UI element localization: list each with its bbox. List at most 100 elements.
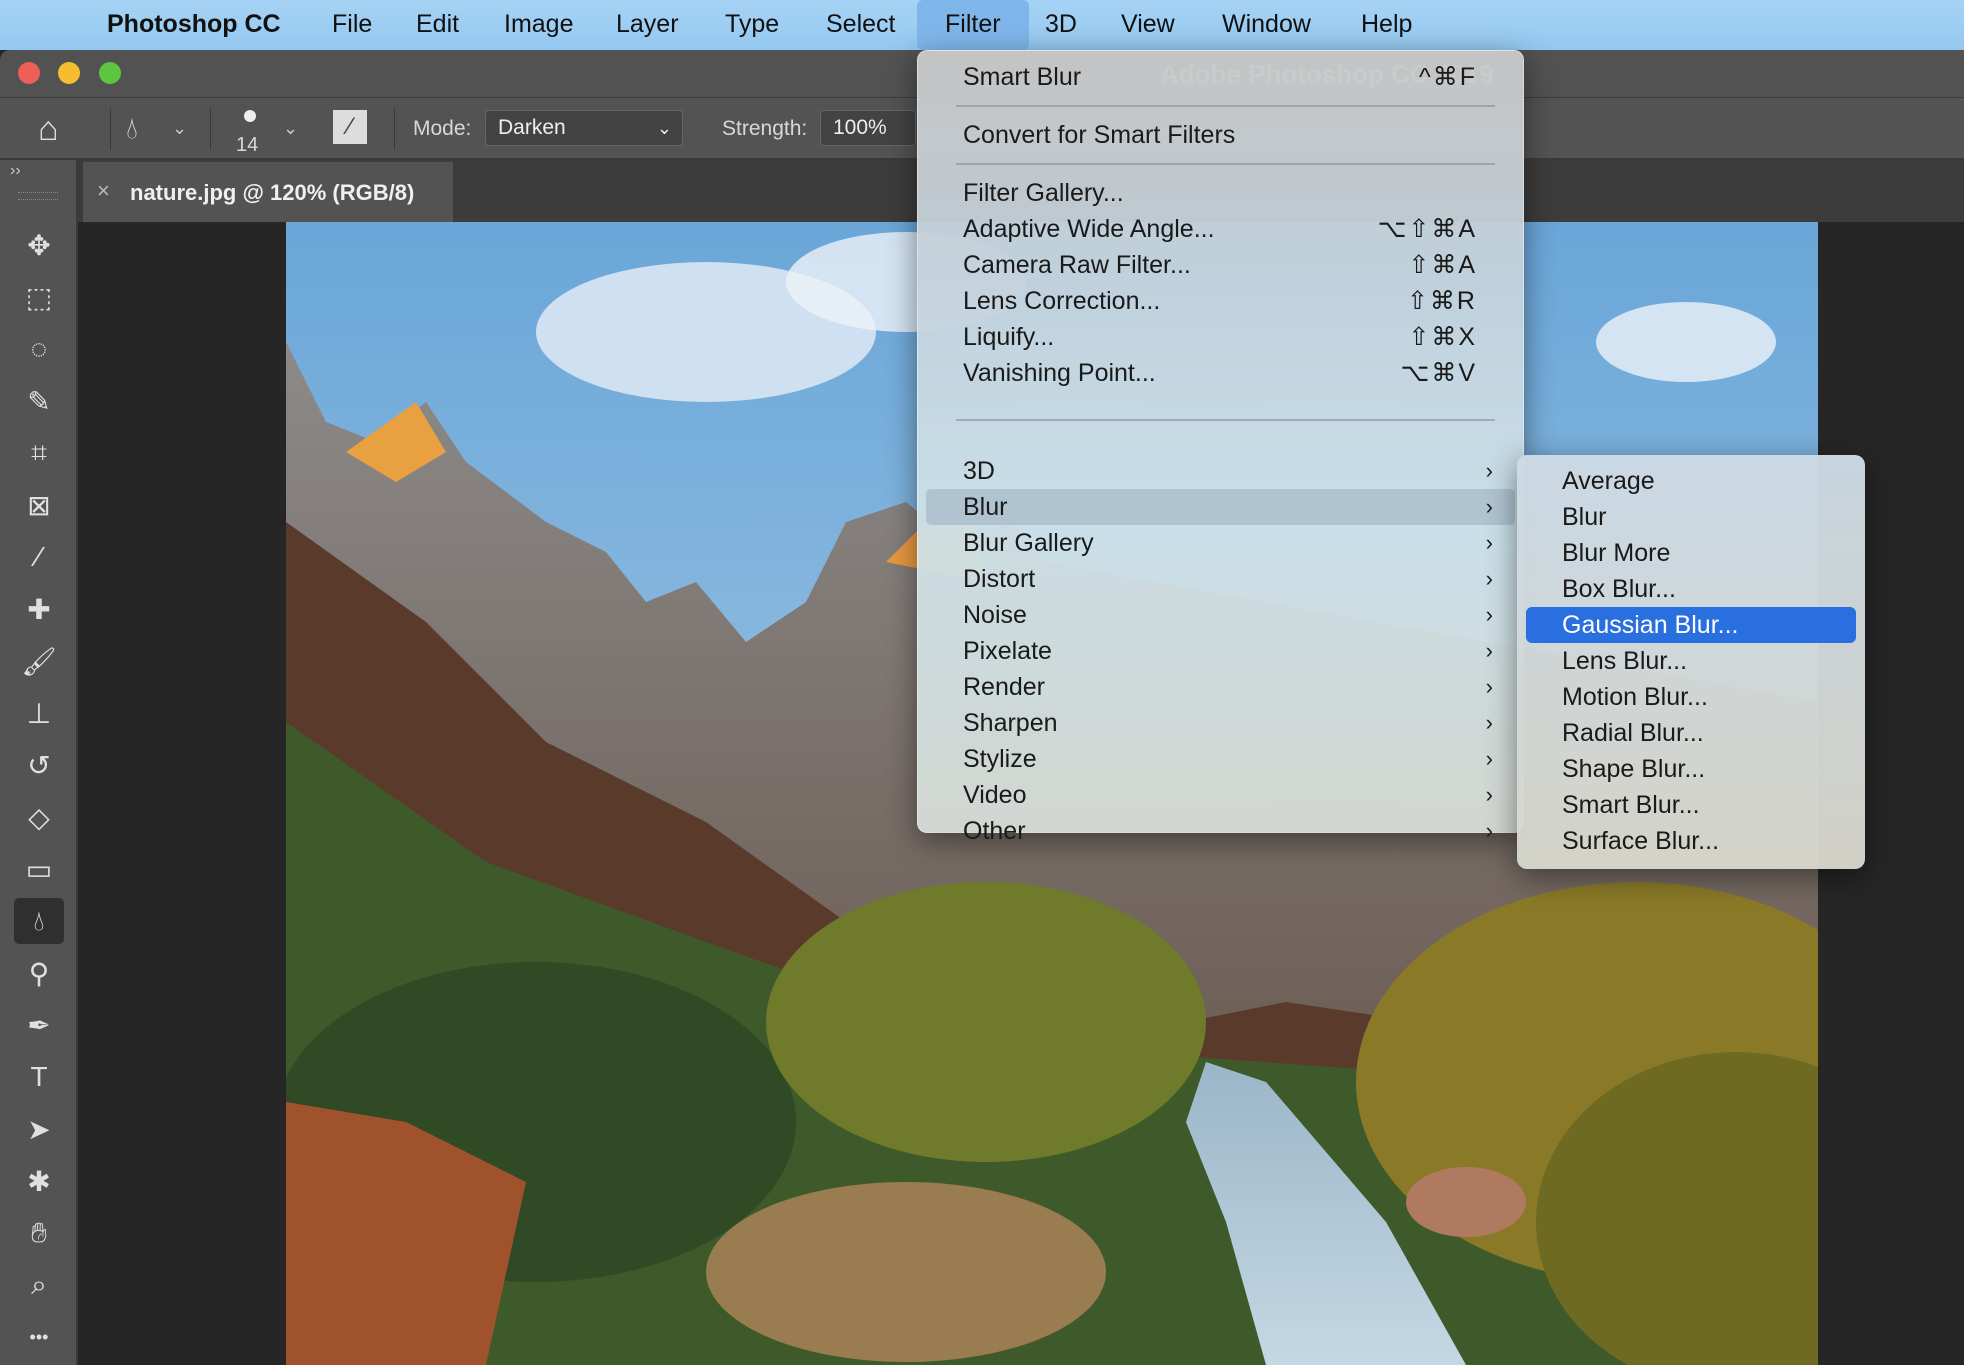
crop-tool-icon[interactable]: ⌗	[14, 430, 64, 476]
document-tab[interactable]: × nature.jpg @ 120% (RGB/8)	[83, 162, 453, 222]
healing-brush-tool-icon[interactable]: ✚	[14, 586, 64, 632]
menu-item-label: Pixelate	[963, 637, 1052, 665]
blur-item[interactable]: Lens Blur...	[1526, 643, 1856, 679]
blur-item[interactable]: Gaussian Blur...	[1526, 607, 1856, 643]
chevron-down-icon[interactable]: ⌄	[283, 118, 298, 139]
menu-item-label: 3D	[963, 457, 995, 485]
submenu-item-video[interactable]: Video ›	[926, 777, 1515, 813]
menu-item[interactable]: Smart Blur ^⌘F	[926, 59, 1515, 95]
hand-tool-icon[interactable]: ✋︎	[14, 1210, 64, 1256]
rectangular-marquee-tool-icon[interactable]: ⬚	[14, 274, 64, 320]
menu-item[interactable]: Liquify... ⇧⌘X	[926, 319, 1515, 355]
blur-item[interactable]: Blur	[1526, 499, 1856, 535]
submenu-item-distort[interactable]: Distort ›	[926, 561, 1515, 597]
close-tab-icon[interactable]: ×	[97, 178, 110, 204]
submenu-item-stylize[interactable]: Stylize ›	[926, 741, 1515, 777]
zoom-window-button[interactable]	[99, 62, 121, 84]
dodge-tool-icon[interactable]: ⚲	[14, 950, 64, 996]
menu-item-label: Adaptive Wide Angle...	[963, 215, 1215, 243]
apple-icon[interactable]	[36, 0, 64, 50]
blur-item[interactable]: Blur More	[1526, 535, 1856, 571]
brush-size[interactable]: 14	[236, 134, 258, 157]
chevron-right-icon: ›	[1485, 566, 1493, 591]
lasso-tool-icon[interactable]: ◌	[14, 326, 64, 372]
submenu-item-other[interactable]: Other ›	[926, 813, 1515, 849]
menu-window[interactable]: Window	[1208, 0, 1325, 50]
menu-layer[interactable]: Layer	[602, 0, 693, 50]
menu-item-label: Filter Gallery...	[963, 179, 1124, 207]
zoom-tool-icon[interactable]: ⌕	[14, 1262, 64, 1308]
move-tool-icon[interactable]: ✥	[14, 222, 64, 268]
blur-item[interactable]: Motion Blur...	[1526, 679, 1856, 715]
menu-separator	[956, 419, 1495, 421]
blur-tool-icon[interactable]: 💧︎	[14, 898, 64, 944]
app-menu[interactable]: Photoshop CC	[93, 0, 295, 50]
shortcut: ⇧⌘R	[1406, 287, 1477, 315]
menu-item-label: Smart Blur	[963, 63, 1082, 91]
strength-input[interactable]: 100%	[820, 110, 916, 146]
menu-item[interactable]: Filter Gallery...	[926, 175, 1515, 211]
menu-3d[interactable]: 3D	[1031, 0, 1091, 50]
more-tool-icon[interactable]: •••	[14, 1314, 64, 1360]
submenu-item-3d[interactable]: 3D ›	[926, 453, 1515, 489]
menu-item-label: Render	[963, 673, 1045, 701]
eraser-tool-icon[interactable]: ◇	[14, 794, 64, 840]
menu-type[interactable]: Type	[711, 0, 793, 50]
close-window-button[interactable]	[18, 62, 40, 84]
menu-item[interactable]: Adaptive Wide Angle... ⌥⇧⌘A	[926, 211, 1515, 247]
custom-shape-tool-icon[interactable]: ✱	[14, 1158, 64, 1204]
menu-filter[interactable]: Filter	[917, 0, 1029, 50]
menu-item[interactable]: Convert for Smart Filters	[926, 117, 1515, 153]
submenu-item-sharpen[interactable]: Sharpen ›	[926, 705, 1515, 741]
submenu-item-pixelate[interactable]: Pixelate ›	[926, 633, 1515, 669]
eyedropper-tool-icon[interactable]: ⁄	[14, 534, 64, 580]
menu-help[interactable]: Help	[1347, 0, 1426, 50]
menu-item-label: Lens Correction...	[963, 287, 1161, 315]
chevron-right-icon: ›	[1485, 602, 1493, 627]
menu-item[interactable]: Camera Raw Filter... ⇧⌘A	[926, 247, 1515, 283]
blur-item[interactable]: Smart Blur...	[1526, 787, 1856, 823]
blur-item[interactable]: Radial Blur...	[1526, 715, 1856, 751]
blur-item[interactable]: Average	[1526, 463, 1856, 499]
menu-select[interactable]: Select	[812, 0, 909, 50]
chevron-right-icon: ›	[1485, 458, 1493, 483]
chevron-down-icon[interactable]: ⌄	[172, 118, 187, 139]
blur-item[interactable]: Shape Blur...	[1526, 751, 1856, 787]
submenu-item-noise[interactable]: Noise ›	[926, 597, 1515, 633]
brush-settings-icon[interactable]: ∕	[333, 110, 367, 144]
menu-file[interactable]: File	[318, 0, 386, 50]
history-brush-tool-icon[interactable]: ↺	[14, 742, 64, 788]
blur-item[interactable]: Box Blur...	[1526, 571, 1856, 607]
path-selection-tool-icon[interactable]: ➤	[14, 1106, 64, 1152]
blur-item[interactable]: Surface Blur...	[1526, 823, 1856, 859]
menu-view[interactable]: View	[1107, 0, 1189, 50]
type-tool-icon[interactable]: T	[14, 1054, 64, 1100]
menu-item[interactable]: Lens Correction... ⇧⌘R	[926, 283, 1515, 319]
collapse-panel-icon[interactable]: ››	[10, 162, 21, 180]
home-icon[interactable]: ⌂	[38, 110, 59, 149]
menu-item[interactable]: Vanishing Point... ⌥⌘V	[926, 355, 1515, 391]
shortcut: ⌥⇧⌘A	[1377, 215, 1477, 243]
frame-tool-icon[interactable]: ⊠	[14, 482, 64, 528]
submenu-item-blur[interactable]: Blur ›	[926, 489, 1515, 525]
menu-edit[interactable]: Edit	[402, 0, 473, 50]
shortcut: ⌥⌘V	[1400, 359, 1477, 387]
menu-item-label: Stylize	[963, 745, 1037, 773]
mode-value: Darken	[498, 116, 566, 139]
gradient-tool-icon[interactable]: ▭	[14, 846, 64, 892]
menu-image[interactable]: Image	[490, 0, 587, 50]
quick-selection-tool-icon[interactable]: ✎	[14, 378, 64, 424]
blur-tool-preset-icon[interactable]: 💧︎	[126, 112, 138, 146]
mode-select[interactable]: Darken ⌄	[485, 110, 683, 146]
pen-tool-icon[interactable]: ✒	[14, 1002, 64, 1048]
clone-stamp-tool-icon[interactable]: ⊥	[14, 690, 64, 736]
chevron-right-icon: ›	[1485, 710, 1493, 735]
minimize-window-button[interactable]	[58, 62, 80, 84]
submenu-item-blur-gallery[interactable]: Blur Gallery ›	[926, 525, 1515, 561]
chevron-right-icon: ›	[1485, 494, 1493, 519]
brush-dot-icon[interactable]	[244, 110, 256, 122]
brush-tool-icon[interactable]: 🖌︎	[14, 638, 64, 684]
panel-grip[interactable]	[18, 192, 58, 200]
submenu-item-render[interactable]: Render ›	[926, 669, 1515, 705]
menu-item-label: Liquify...	[963, 323, 1055, 351]
